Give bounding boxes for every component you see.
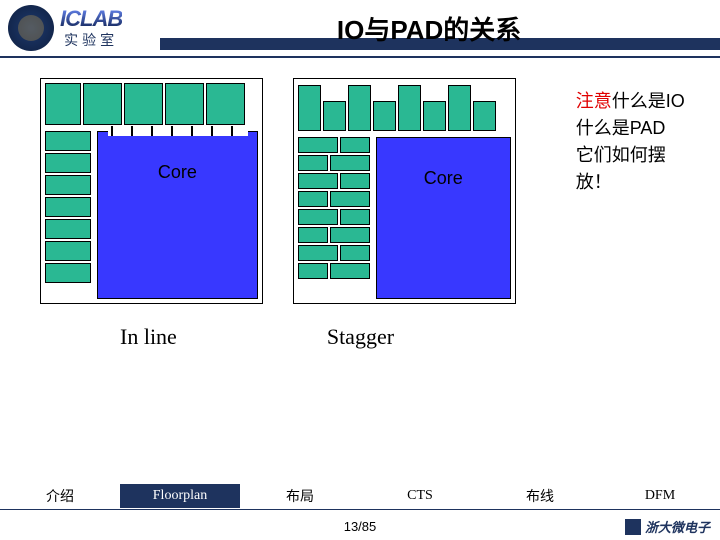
chip-icon: [625, 519, 641, 535]
note-highlight: 注意: [576, 91, 612, 111]
pad-row: [298, 245, 370, 261]
pad-block: [45, 153, 91, 173]
pad-block: [45, 197, 91, 217]
stagger-diagram: Core: [293, 78, 516, 304]
footer-brand: 浙大微电子: [625, 517, 710, 536]
pad-block: [298, 263, 328, 279]
pad-block: [45, 241, 91, 261]
inline-top-pads: [45, 83, 258, 125]
pad-block: [298, 191, 328, 207]
slide-title: IO与PAD的关系: [138, 10, 720, 47]
pad-block: [45, 131, 91, 151]
pad-block: [298, 209, 338, 225]
pad-block: [206, 83, 245, 125]
pad-block: [298, 85, 321, 131]
bottom-nav: 介绍 Floorplan 布局 CTS 布线 DFM: [0, 482, 720, 510]
pad-block: [330, 155, 370, 171]
nav-floorplan[interactable]: Floorplan: [120, 484, 240, 508]
iclab-subtext: 实验室: [64, 30, 118, 50]
stagger-core-area: Core: [376, 137, 511, 299]
pad-row: [298, 263, 370, 279]
pad-row: [298, 173, 370, 189]
stagger-caption: Stagger: [327, 324, 394, 350]
pad-row: [298, 209, 370, 225]
pad-block: [83, 83, 122, 125]
pad-block: [298, 137, 338, 153]
diagram-captions: In line Stagger: [40, 324, 700, 350]
pad-block: [340, 209, 370, 225]
core-label: Core: [424, 168, 463, 189]
pad-block: [45, 263, 91, 283]
page-number: 13/85: [0, 519, 720, 534]
university-logo: [8, 5, 54, 51]
diagram-row: Core: [40, 78, 700, 304]
inline-core-area: Core: [97, 131, 258, 299]
pad-block: [373, 101, 396, 131]
stagger-top-pads: [298, 83, 511, 131]
pad-block: [298, 245, 338, 261]
pad-block: [298, 155, 328, 171]
inline-caption: In line: [120, 324, 177, 350]
pad-block: [298, 227, 328, 243]
slide-header: ICLAB 实验室 IO与PAD的关系: [0, 0, 720, 58]
note-line: 注意什么是IO: [576, 88, 700, 115]
pad-block: [448, 85, 471, 131]
pad-block: [340, 173, 370, 189]
pad-row: [298, 155, 370, 171]
pad-block: [348, 85, 371, 131]
note-line: 什么是PAD: [576, 115, 700, 142]
pad-block: [330, 227, 370, 243]
core-label: Core: [158, 162, 197, 183]
inline-diagram: Core: [40, 78, 263, 304]
pad-block: [398, 85, 421, 131]
pad-block: [423, 101, 446, 131]
pad-block: [323, 101, 346, 131]
inline-left-pads: [45, 131, 91, 283]
pad-row: [298, 137, 370, 153]
pad-row: [298, 191, 370, 207]
pad-block: [473, 101, 496, 131]
pad-block: [45, 219, 91, 239]
pad-row: [298, 227, 370, 243]
pad-block: [340, 245, 370, 261]
note-line: 它们如何摆放！: [576, 142, 700, 196]
stagger-left-pads: [298, 137, 370, 279]
side-note: 注意什么是IO 什么是PAD 它们如何摆放！: [576, 88, 700, 196]
slide-content: Core: [0, 58, 720, 488]
pad-block: [124, 83, 163, 125]
nav-cts[interactable]: CTS: [360, 484, 480, 508]
nav-placement[interactable]: 布局: [240, 482, 360, 510]
note-text: 什么是IO: [612, 91, 685, 111]
pad-block: [45, 175, 91, 195]
nav-intro[interactable]: 介绍: [0, 482, 120, 510]
pad-block: [340, 137, 370, 153]
pad-block: [165, 83, 204, 125]
pad-block: [330, 263, 370, 279]
iclab-text: ICLAB: [60, 6, 122, 32]
nav-routing[interactable]: 布线: [480, 482, 600, 510]
pad-block: [45, 83, 81, 125]
footer-brand-text: 浙大微电子: [645, 517, 710, 536]
nav-dfm[interactable]: DFM: [600, 484, 720, 508]
pad-block: [330, 191, 370, 207]
pad-block: [298, 173, 338, 189]
iclab-logo: ICLAB 实验室: [60, 6, 122, 50]
